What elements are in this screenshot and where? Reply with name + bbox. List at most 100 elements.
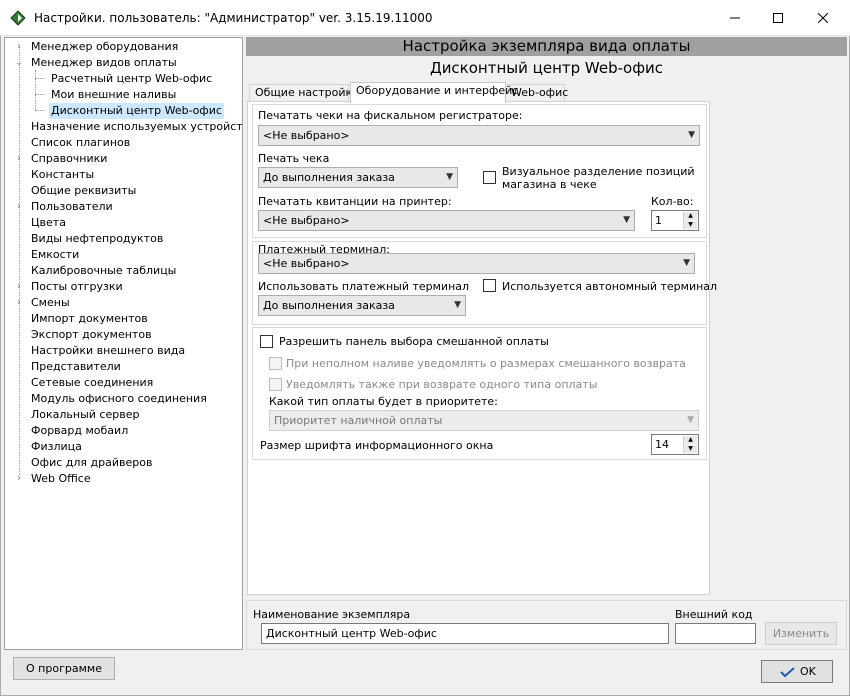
receipt-printer-select[interactable]: <Не выбрано> ▼ — [258, 210, 635, 231]
receipt-print-value: До выполнения заказа — [263, 171, 395, 184]
instance-panel: Наименование экземпляра Дисконтный центр… — [246, 600, 847, 650]
notify-single-label: Уведомлять также при возврате одного тип… — [286, 378, 598, 391]
external-code-label: Внешний код — [675, 608, 753, 621]
tree-item-label: Константы — [31, 168, 95, 181]
tree-item-label: Менеджер видов оплаты — [31, 56, 177, 69]
font-size-stepper[interactable]: 14 ▲ ▼ — [651, 434, 699, 455]
mixed-payment-checkbox[interactable] — [260, 335, 273, 348]
copies-count-stepper[interactable]: 1 ▲ ▼ — [651, 210, 699, 231]
tab-panel-hardware: Печатать чеки на фискальном регистраторе… — [247, 101, 717, 595]
stepper-down-icon[interactable]: ▼ — [684, 221, 697, 229]
tree-item-label: Web Office — [31, 472, 91, 485]
page-subtitle: Дисконтный центр Web-офис — [429, 59, 664, 77]
receipt-print-select[interactable]: До выполнения заказа ▼ — [258, 167, 458, 188]
page-title: Настройка экземпляра вида оплаты — [246, 37, 847, 56]
tree-item-label: Расчетный центр Web-офис — [51, 72, 213, 85]
chevron-right-icon[interactable]: › — [13, 471, 25, 487]
use-terminal-value: До выполнения заказа — [263, 299, 395, 312]
check-icon — [780, 667, 795, 678]
chevron-right-icon[interactable]: › — [13, 199, 25, 215]
mixed-payment-group: Разрешить панель выбора смешанной оплаты… — [252, 327, 707, 460]
tree-item-label: Калибровочные таблицы — [31, 264, 177, 277]
change-button[interactable]: Изменить — [765, 622, 837, 645]
tree-item-label: Общие реквизиты — [31, 184, 137, 197]
instance-name-label: Наименование экземпляра — [253, 608, 411, 621]
stepper-buttons[interactable]: ▲ ▼ — [683, 212, 697, 229]
chevron-down-icon: ▼ — [683, 258, 690, 268]
chevron-right-icon[interactable]: › — [13, 295, 25, 311]
fiscal-printer-label: Печатать чеки на фискальном регистраторе… — [258, 109, 523, 122]
minimize-button[interactable] — [712, 0, 758, 36]
tab-hardware-interface[interactable]: Оборудование и интерфейс — [350, 82, 518, 103]
use-terminal-select[interactable]: До выполнения заказа ▼ — [258, 295, 466, 316]
tree-item-label: Сетевые соединения — [31, 376, 154, 389]
tree-item-label: Настройки внешнего вида — [31, 344, 186, 357]
tree-item-label: Модуль офисного соединения — [31, 392, 207, 405]
notify-partial-label: При неполном наливе уведомлять о размера… — [286, 357, 686, 370]
tree-item-label: Менеджер оборудования — [31, 40, 179, 53]
tree-item-label: Локальный сервер — [31, 408, 140, 421]
mixed-payment-label: Разрешить панель выбора смешанной оплаты — [279, 335, 549, 348]
ok-button-label: OK — [800, 665, 816, 678]
chevron-right-icon[interactable]: › — [13, 39, 25, 55]
close-icon — [818, 13, 828, 23]
tree-item-label: Представители — [31, 360, 121, 373]
chevron-down-icon: ▼ — [688, 130, 695, 140]
tree-item-label: Мои внешние наливы — [51, 88, 177, 101]
font-size-value: 14 — [655, 438, 669, 451]
visual-split-label-line2: магазина в чеке — [502, 178, 597, 191]
fiscal-printer-select[interactable]: <Не выбрано> ▼ — [258, 125, 700, 146]
stepper-up-icon[interactable]: ▲ — [684, 436, 697, 444]
chevron-right-icon[interactable]: › — [13, 279, 25, 295]
tree-item-label: Справочники — [31, 152, 108, 165]
stepper-buttons[interactable]: ▲ ▼ — [683, 436, 697, 453]
tree-item-label: Цвета — [31, 216, 66, 229]
copies-count-label: Кол-во: — [651, 195, 694, 208]
tree-item-label: Физлица — [31, 440, 82, 453]
font-size-label: Размер шрифта информационного окна — [260, 439, 494, 452]
chevron-right-icon[interactable]: › — [13, 151, 25, 167]
tree-item-label: Виды нефтепродуктов — [31, 232, 164, 245]
receipt-printer-value: <Не выбрано> — [263, 214, 350, 227]
minimize-icon — [730, 17, 740, 19]
copies-count-value: 1 — [655, 214, 662, 227]
window-title: Настройки. пользователь: "Администратор"… — [34, 11, 433, 25]
stepper-down-icon[interactable]: ▼ — [684, 445, 697, 453]
chevron-down-icon: ▼ — [446, 172, 453, 182]
tree-item-label: Емкости — [31, 248, 80, 261]
priority-select[interactable]: Приоритет наличной оплаты ▼ — [269, 410, 699, 431]
printing-group: Печатать чеки на фискальном регистраторе… — [252, 104, 707, 238]
maximize-button[interactable] — [755, 0, 801, 36]
tree-item-label: Посты отгрузки — [31, 280, 123, 293]
tree-item-label: Импорт документов — [31, 312, 148, 325]
tree-item-label: Форвард мобаил — [31, 424, 129, 437]
tree-item-label: Список плагинов — [31, 136, 131, 149]
stepper-up-icon[interactable]: ▲ — [684, 212, 697, 220]
tree-item-label: Пользователи — [31, 200, 113, 213]
receipt-printer-label: Печатать квитанции на принтер: — [258, 195, 452, 208]
payment-terminal-select[interactable]: <Не выбрано> ▼ — [258, 253, 695, 274]
terminal-group: Платежный терминал: <Не выбрано> ▼ Испол… — [252, 241, 717, 325]
tab-general-settings[interactable]: Общие настройки — [249, 84, 359, 102]
visual-split-label-line1: Визуальное разделение позиций — [502, 165, 695, 178]
notify-single-checkbox[interactable] — [269, 378, 282, 391]
tree-item-label: Дисконтный центр Web-офис — [49, 103, 224, 119]
notify-partial-checkbox[interactable] — [269, 357, 282, 370]
priority-value: Приоритет наличной оплаты — [274, 414, 443, 427]
tree-item-label: Назначение используемых устройств — [31, 120, 243, 133]
instance-name-input[interactable]: Дисконтный центр Web-офис — [261, 623, 669, 644]
about-button[interactable]: О программе — [13, 657, 115, 680]
close-button[interactable] — [800, 0, 846, 36]
priority-label: Какой тип оплаты будет в приоритете: — [269, 395, 498, 408]
chevron-down-icon[interactable]: ⌄ — [13, 55, 25, 71]
ok-button[interactable]: OK — [761, 660, 833, 683]
receipt-print-label: Печать чека — [258, 152, 330, 165]
external-code-input[interactable] — [675, 623, 756, 644]
settings-tree[interactable]: › Менеджер оборудования ⌄ Менеджер видов… — [4, 37, 243, 650]
fiscal-printer-value: <Не выбрано> — [263, 129, 350, 142]
use-terminal-label: Использовать платежный терминал — [258, 280, 470, 293]
tree-item-label: Экспорт документов — [31, 328, 152, 341]
visual-split-checkbox[interactable] — [483, 171, 496, 184]
tree-item-label: Смены — [31, 296, 70, 309]
autonomous-terminal-checkbox[interactable] — [483, 279, 496, 292]
